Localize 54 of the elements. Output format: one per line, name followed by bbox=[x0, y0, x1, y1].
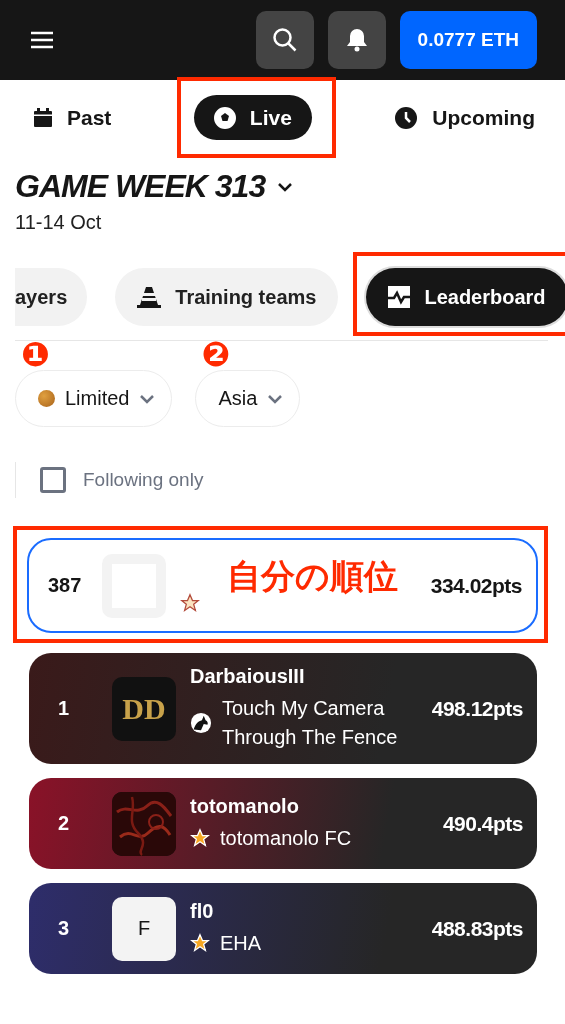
checkbox-label: Following only bbox=[83, 469, 204, 491]
step-number: ❷ bbox=[201, 337, 231, 371]
rank-number: 2 bbox=[58, 812, 71, 835]
game-week-dates: 11-14 Oct bbox=[15, 211, 103, 234]
time-tab[interactable]: Upcoming bbox=[394, 95, 535, 140]
search-button[interactable] bbox=[255, 11, 314, 69]
points: 334.02pts bbox=[430, 573, 522, 598]
search-icon bbox=[271, 27, 298, 53]
avatar-letter: F bbox=[112, 896, 176, 961]
leaderboard-row[interactable]: 2 totomanolo totomanolo FC 490.4pts bbox=[29, 778, 537, 869]
wolf-icon bbox=[190, 712, 212, 734]
points: 488.83pts bbox=[431, 916, 523, 941]
step-number: ❶ bbox=[21, 337, 50, 371]
star-icon bbox=[180, 592, 200, 613]
points: 490.4pts bbox=[442, 811, 523, 836]
chevron-down-icon bbox=[139, 393, 156, 404]
manager-name: fl0 bbox=[190, 899, 215, 923]
chevron-down-icon bbox=[267, 393, 284, 404]
wallet-balance-button[interactable]: 0.0777 ETH bbox=[399, 11, 537, 69]
notifications-button[interactable] bbox=[327, 11, 386, 69]
manager-name: DarbaiousIII bbox=[190, 665, 306, 688]
star-icon bbox=[190, 933, 210, 953]
checkbox[interactable] bbox=[40, 467, 66, 493]
game-week-title: GAME WEEK 313 bbox=[15, 168, 266, 205]
filter-dropdown[interactable]: Limited bbox=[15, 370, 173, 427]
rank-number: 3 bbox=[58, 917, 71, 940]
chevron-down-icon[interactable] bbox=[277, 181, 294, 192]
chart-icon bbox=[388, 286, 411, 308]
manager-name: totomanolo bbox=[190, 794, 300, 818]
rank-number: 387 bbox=[48, 574, 83, 597]
leaderboard-row[interactable]: 3 F fl0 EHA 488.83pts bbox=[29, 883, 537, 974]
club-name: Touch My Camera Through The Fence bbox=[222, 696, 399, 750]
cone-icon bbox=[137, 286, 162, 308]
section-tab[interactable]: Training teams bbox=[115, 268, 339, 326]
bell-icon bbox=[345, 28, 368, 52]
points: 498.12pts bbox=[431, 696, 523, 721]
club-name: EHA bbox=[220, 930, 262, 956]
star-icon bbox=[190, 828, 210, 848]
annotation-label: 自分の順位 bbox=[227, 555, 398, 598]
club-name: totomanolo FC bbox=[220, 825, 352, 851]
section-tab[interactable]: ayers bbox=[15, 268, 88, 326]
my-rank-card[interactable]: 387 自分の順位 334.02pts bbox=[27, 538, 538, 633]
menu-icon bbox=[30, 30, 54, 50]
time-tab[interactable]: Past bbox=[33, 95, 112, 140]
calendar-icon bbox=[33, 107, 53, 128]
leaderboard-row[interactable]: 1 DD DarbaiousIII Touch My Camera Through The Fence 498.12pts bbox=[29, 653, 537, 764]
time-tab[interactable]: Live bbox=[193, 95, 312, 140]
clock-icon bbox=[394, 105, 419, 130]
rank-number: 1 bbox=[58, 697, 71, 720]
menu-button[interactable] bbox=[30, 30, 54, 50]
soccer-ball-icon bbox=[213, 106, 236, 129]
team-logo: DD bbox=[112, 676, 176, 741]
filter-dropdown[interactable]: Asia bbox=[195, 370, 301, 427]
section-tab[interactable]: Leaderboard bbox=[366, 268, 565, 326]
